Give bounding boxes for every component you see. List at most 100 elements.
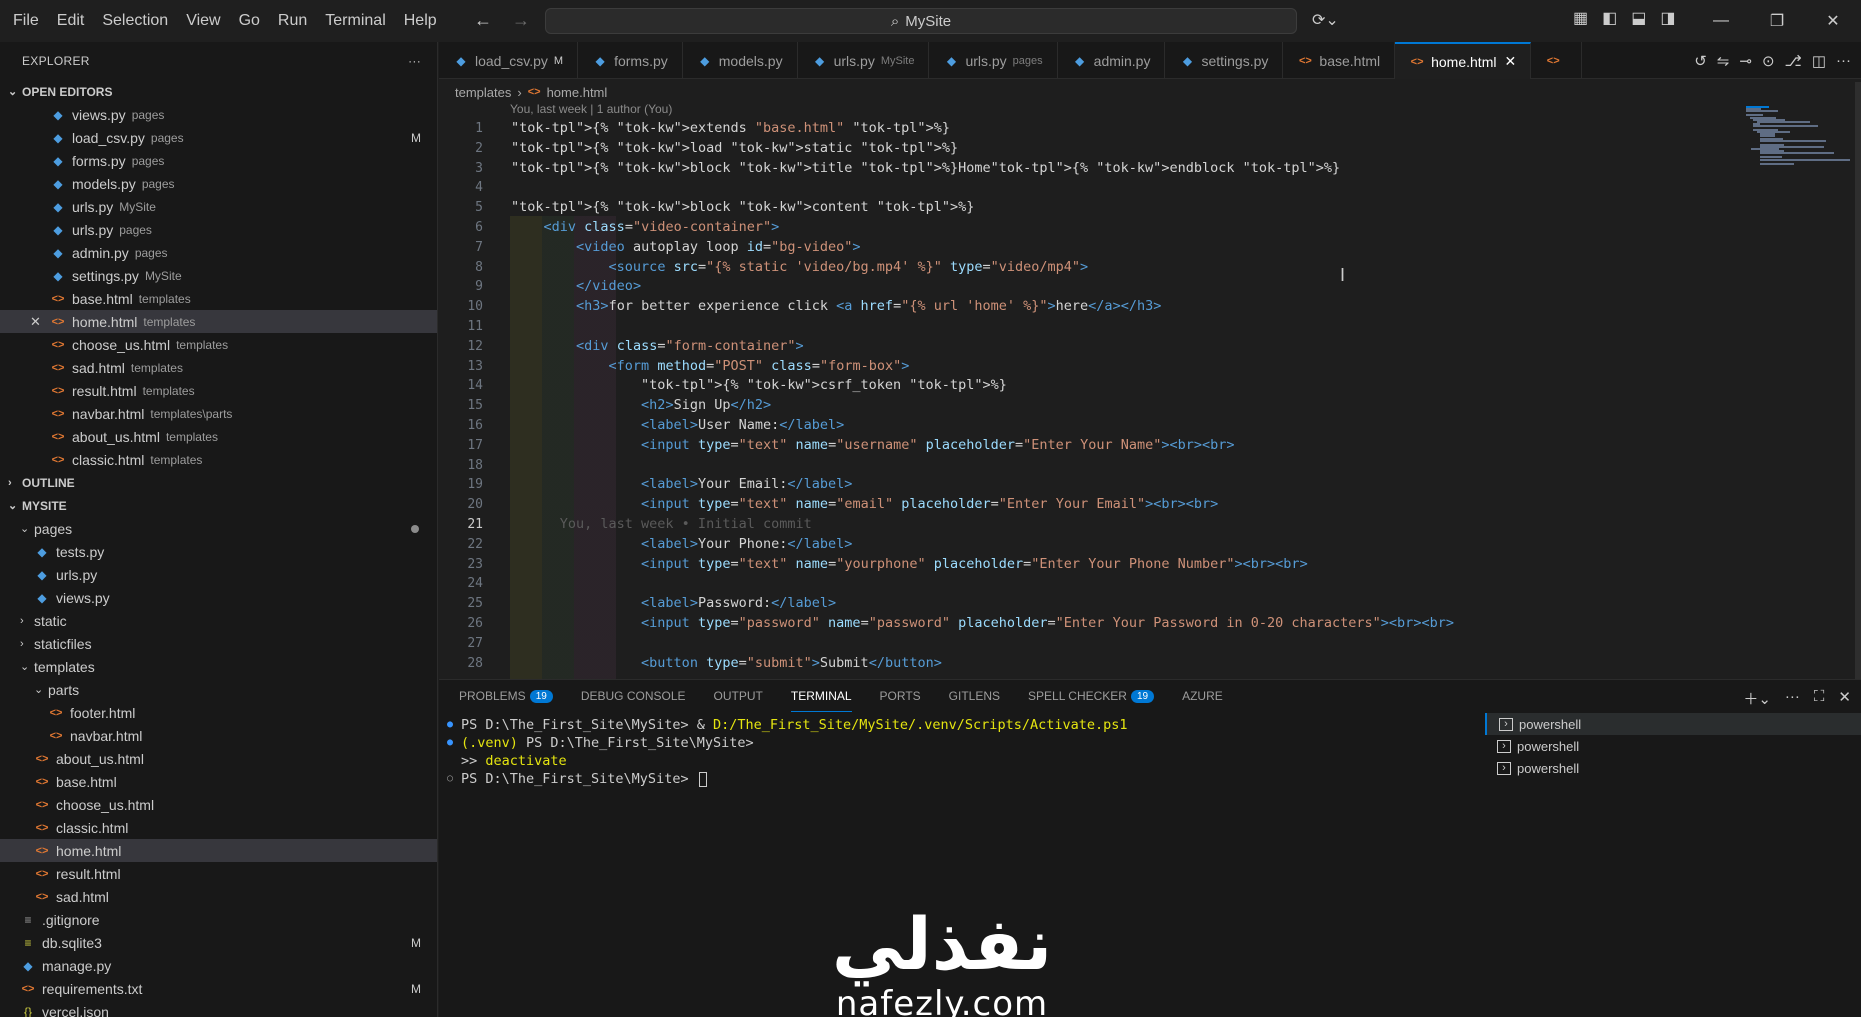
open-editor-item[interactable]: ◆ admin.py pages: [0, 241, 437, 264]
outline-header[interactable]: › OUTLINE: [0, 471, 437, 494]
open-editor-item[interactable]: <> sad.html templates: [0, 356, 437, 379]
code-line[interactable]: 7 <video autoplay loop id="bg-video">: [439, 238, 1739, 258]
minimize-icon[interactable]: —: [1693, 0, 1749, 42]
code-line[interactable]: 14 "tok-tpl">{% "tok-kw">csrf_token "tok…: [439, 376, 1739, 396]
editor-tab[interactable]: ◆ settings.py: [1165, 42, 1284, 79]
code-line[interactable]: 4: [439, 178, 1739, 198]
panel-tab-spell-checker[interactable]: SPELL CHECKER 19: [1028, 680, 1155, 712]
tree-file[interactable]: <> navbar.html: [0, 724, 437, 747]
tree-file[interactable]: ◆ tests.py: [0, 540, 437, 563]
terminal-output[interactable]: ● PS D:\The_First_Site\MySite> & D:/The_F…: [447, 716, 1127, 788]
codelens-blame[interactable]: You, last week | 1 author (You): [510, 102, 672, 116]
breadcrumb-file[interactable]: home.html: [547, 85, 608, 100]
open-editor-item[interactable]: ◆ settings.py MySite: [0, 264, 437, 287]
panel-tab-output[interactable]: OUTPUT: [714, 680, 763, 712]
split-editor-icon[interactable]: ◫: [1812, 52, 1826, 70]
code-line[interactable]: 2 "tok-tpl">{% "tok-kw">load "tok-kw">sta…: [439, 139, 1739, 159]
editor-tab[interactable]: ◆ forms.py: [578, 42, 683, 79]
code-line[interactable]: 18: [439, 456, 1739, 476]
code-line[interactable]: 1 "tok-tpl">{% "tok-kw">extends "base.htm…: [439, 119, 1739, 139]
open-editor-item[interactable]: ◆ views.py pages: [0, 103, 437, 126]
tree-file[interactable]: ◆ views.py: [0, 586, 437, 609]
editor-tab[interactable]: ◆ load_csv.py M: [439, 42, 579, 79]
code-line[interactable]: 22 <label>Your Phone:</label>: [439, 535, 1739, 555]
code-line[interactable]: 12 <div class="form-container">: [439, 337, 1739, 357]
minimap[interactable]: [1742, 102, 1861, 679]
tree-file[interactable]: <> classic.html: [0, 816, 437, 839]
code-line[interactable]: 10 <h3>for better experience click <a hr…: [439, 297, 1739, 317]
command-center-search[interactable]: ⌕ MySite: [545, 8, 1297, 34]
editor-tab[interactable]: <> home.html ✕: [1395, 42, 1532, 79]
terminal-instance[interactable]: › powershell: [1485, 713, 1861, 735]
timeline-icon[interactable]: ↺: [1694, 52, 1707, 70]
open-editor-item[interactable]: ◆ urls.py MySite: [0, 195, 437, 218]
maximize-panel-icon[interactable]: ⛶: [1814, 688, 1825, 709]
editor-tab[interactable]: <> base.html: [1283, 42, 1396, 79]
menu-file[interactable]: File: [4, 12, 48, 30]
close-icon[interactable]: ✕: [30, 314, 41, 330]
code-line[interactable]: 25 <label>Password:</label>: [439, 594, 1739, 614]
toggle-panel-icon[interactable]: ⬓: [1631, 8, 1646, 28]
close-icon[interactable]: ✕: [1504, 53, 1516, 70]
code-line[interactable]: 20 <input type="text" name="email" place…: [439, 495, 1739, 515]
tree-folder[interactable]: › static: [0, 609, 437, 632]
open-changes-icon[interactable]: ⎇: [1785, 52, 1802, 70]
open-editor-item[interactable]: <> classic.html templates: [0, 448, 437, 471]
customize-layout-icon[interactable]: ▦: [1573, 8, 1588, 28]
panel-tab-debug-console[interactable]: DEBUG CONSOLE: [581, 680, 686, 712]
open-editor-item[interactable]: ◆ urls.py pages: [0, 218, 437, 241]
toggle-secondary-sidebar-icon[interactable]: ◨: [1660, 8, 1675, 28]
code-line[interactable]: 23 <input type="text" name="yourphone" p…: [439, 555, 1739, 575]
forward-arrow-icon[interactable]: →: [512, 10, 530, 31]
tree-file[interactable]: <> requirements.txt M: [0, 977, 437, 1000]
git-compare-icon[interactable]: ⇋: [1717, 52, 1730, 70]
code-line[interactable]: 28 <button type="submit">Submit</button>: [439, 654, 1739, 674]
code-line[interactable]: 13 <form method="POST" class="form-box">: [439, 357, 1739, 377]
tree-file[interactable]: ◆ manage.py: [0, 954, 437, 977]
menu-terminal[interactable]: Terminal: [316, 12, 394, 30]
terminal-instance[interactable]: › powershell: [1485, 757, 1861, 779]
code-line[interactable]: 5 "tok-tpl">{% "tok-kw">block "tok-kw">co…: [439, 198, 1739, 218]
panel-tab-gitlens[interactable]: GITLENS: [949, 680, 1000, 712]
tree-folder[interactable]: ⌄ pages: [0, 517, 437, 540]
tree-file[interactable]: <> home.html: [0, 839, 437, 862]
code-line[interactable]: 16 <label>User Name:</label>: [439, 416, 1739, 436]
code-line[interactable]: 9 </video>: [439, 277, 1739, 297]
tree-file[interactable]: ≡ .gitignore: [0, 908, 437, 931]
menu-edit[interactable]: Edit: [48, 12, 94, 30]
tree-folder[interactable]: ⌄ templates: [0, 655, 437, 678]
panel-tab-problems[interactable]: PROBLEMS 19: [459, 680, 553, 712]
toggle-sidebar-icon[interactable]: ◧: [1602, 8, 1617, 28]
tree-file[interactable]: ≡ db.sqlite3 M: [0, 931, 437, 954]
new-terminal-icon[interactable]: ＋⌄: [1743, 688, 1771, 709]
code-line[interactable]: 19 <label>Your Email:</label>: [439, 475, 1739, 495]
code-line[interactable]: 8 <source src="{% static 'video/bg.mp4' …: [439, 258, 1739, 278]
editor-tab[interactable]: ◆ urls.py MySite: [798, 42, 930, 79]
open-editor-item[interactable]: ◆ models.py pages: [0, 172, 437, 195]
git-commit-icon[interactable]: ⊸: [1739, 52, 1752, 70]
menu-help[interactable]: Help: [395, 12, 446, 30]
open-editor-item[interactable]: ◆ forms.py pages: [0, 149, 437, 172]
menu-selection[interactable]: Selection: [93, 12, 177, 30]
code-editor[interactable]: 1 "tok-tpl">{% "tok-kw">extends "base.htm…: [439, 119, 1739, 679]
panel-tab-azure[interactable]: AZURE: [1182, 680, 1223, 712]
tree-file[interactable]: ◆ urls.py: [0, 563, 437, 586]
menu-view[interactable]: View: [177, 12, 229, 30]
copilot-icon[interactable]: ⟳⌄: [1312, 10, 1339, 30]
open-editors-header[interactable]: ⌄ OPEN EDITORS: [0, 80, 437, 103]
tree-file[interactable]: <> footer.html: [0, 701, 437, 724]
overflow-tab[interactable]: <>: [1531, 42, 1583, 79]
tree-folder[interactable]: ⌄ parts: [0, 678, 437, 701]
close-panel-icon[interactable]: ✕: [1838, 688, 1851, 709]
code-line[interactable]: 3 "tok-tpl">{% "tok-kw">block "tok-kw">ti…: [439, 159, 1739, 179]
back-arrow-icon[interactable]: ←: [474, 10, 492, 31]
more-actions-icon[interactable]: ···: [408, 54, 421, 68]
open-editor-item[interactable]: <> about_us.html templates: [0, 425, 437, 448]
code-line[interactable]: 27: [439, 634, 1739, 654]
tree-file[interactable]: <> choose_us.html: [0, 793, 437, 816]
open-editor-item[interactable]: ◆ load_csv.py pages M: [0, 126, 437, 149]
close-window-icon[interactable]: ✕: [1805, 0, 1861, 42]
restore-icon[interactable]: ❐: [1749, 0, 1805, 42]
git-next-icon[interactable]: ⊙: [1762, 52, 1775, 70]
code-line[interactable]: 21 You, last week • Initial commit: [439, 515, 1739, 535]
